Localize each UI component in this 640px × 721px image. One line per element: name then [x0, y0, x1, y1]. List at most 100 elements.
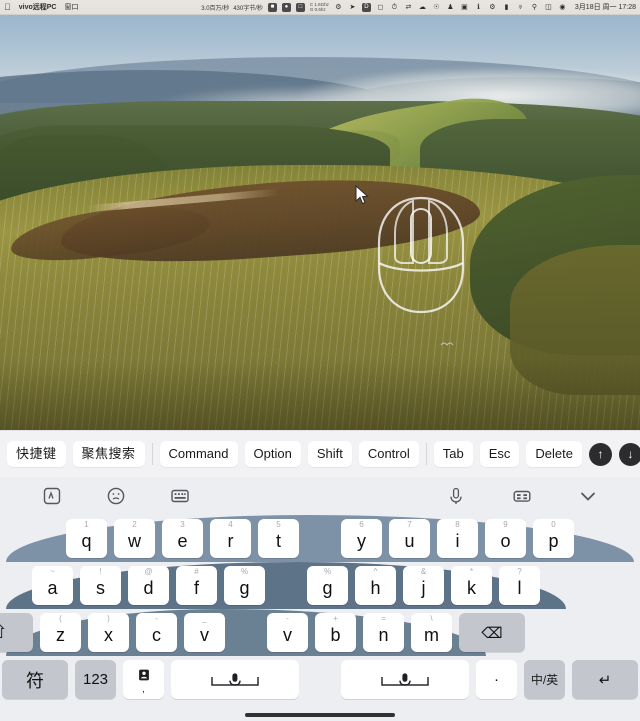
key-superscript: @	[144, 567, 153, 576]
headphones-icon[interactable]: ♟	[446, 3, 455, 12]
key-f[interactable]: # f	[176, 566, 217, 605]
key-label: u	[404, 531, 415, 551]
toolbar-divider-2	[425, 443, 427, 465]
key-h[interactable]: ^ h	[355, 566, 396, 605]
virtual-mouse-guide[interactable]	[373, 195, 469, 315]
key-v-left[interactable]: _ v	[184, 613, 225, 652]
key-y[interactable]: 6y	[341, 519, 382, 558]
network-speed-indicator[interactable]: 3.0百万/秒 430字节/秒	[201, 3, 263, 12]
screen-icon[interactable]: ◻	[376, 3, 385, 12]
transfer-icon[interactable]: ➤	[348, 3, 357, 12]
key-k[interactable]: * k	[451, 566, 492, 605]
key-g-right[interactable]: % g	[307, 566, 348, 605]
key-d[interactable]: @ d	[128, 566, 169, 605]
key-v-right[interactable]: -v	[267, 613, 308, 652]
battery-icon[interactable]: ■	[267, 2, 277, 12]
menu-bar-clock[interactable]: 3月18日 周一 17:28	[575, 2, 636, 12]
emoji-icon[interactable]	[104, 484, 128, 508]
key-r[interactable]: 4r	[210, 519, 251, 558]
box-icon[interactable]: ▣	[460, 3, 469, 12]
esc-key-button[interactable]: Esc	[479, 440, 520, 468]
arrow-down-button[interactable]: ↓	[618, 442, 640, 466]
shift-key-button[interactable]: Shift	[307, 440, 352, 468]
foreground-shadow	[0, 360, 640, 430]
wifi-icon[interactable]: ♅	[516, 3, 525, 12]
key-x[interactable]: ) x	[88, 613, 129, 652]
key-p[interactable]: 0p	[533, 519, 574, 558]
symbols-key[interactable]: 符	[2, 660, 68, 699]
period-key[interactable]: ·	[476, 660, 517, 699]
menu-app-name[interactable]: vivo远程PC	[19, 2, 57, 12]
key-label: j	[421, 578, 426, 598]
backspace-key[interactable]: ⌫	[459, 613, 525, 652]
key-superscript: *	[469, 567, 474, 576]
key-superscript: )	[107, 614, 110, 623]
key-label: p	[548, 531, 559, 551]
language-toggle-key[interactable]: 中/英	[524, 660, 565, 699]
user-icon[interactable]: ◉	[558, 3, 567, 12]
key-label: h	[370, 578, 381, 598]
shortcut-keys-button[interactable]: 快捷键	[7, 440, 66, 468]
key-o[interactable]: 9o	[485, 519, 526, 558]
gear-icon[interactable]: ⚙	[334, 3, 343, 12]
clock-icon[interactable]: ⏱	[390, 3, 399, 12]
return-key[interactable]: ↵	[572, 660, 638, 699]
key-i[interactable]: 8i	[437, 519, 478, 558]
comma-key[interactable]: ,	[123, 660, 164, 699]
key-l[interactable]: ? l	[499, 566, 540, 605]
key-label: q	[81, 531, 92, 551]
key-label: x	[104, 625, 113, 645]
tab-key-button[interactable]: Tab	[433, 440, 473, 468]
chevron-down-icon[interactable]	[576, 484, 600, 508]
sync-icon[interactable]: ⇄	[404, 3, 413, 12]
search-icon[interactable]: ⚲	[530, 3, 539, 12]
key-label: e	[177, 531, 188, 551]
space-key-left[interactable]	[171, 660, 299, 699]
control-key-button[interactable]: Control	[358, 440, 419, 468]
keyboard-toolbar-left	[40, 484, 192, 508]
delete-key-button[interactable]: Delete	[526, 440, 582, 468]
dropbox-icon[interactable]: D	[361, 2, 371, 12]
info-icon[interactable]: ℹ	[474, 3, 483, 12]
keyboard-row-3: ⇧ (z )x -c _v -v +b =n \m ⌫	[0, 609, 525, 656]
keyboard-tray-icon[interactable]: ▮	[502, 3, 511, 12]
key-label: y	[357, 531, 366, 551]
cloud-icon[interactable]: ☁	[418, 3, 427, 12]
microphone-icon[interactable]	[444, 484, 468, 508]
numbers-key[interactable]: 123	[75, 660, 116, 699]
shield-icon[interactable]: ☉	[432, 3, 441, 12]
key-g-left[interactable]: % g	[224, 566, 265, 605]
split-keyboard-icon[interactable]	[510, 484, 534, 508]
shortcut-toolbar: 快捷键 聚焦搜索 Command Option Shift Control Ta…	[0, 430, 640, 477]
key-b[interactable]: + b	[315, 613, 356, 652]
key-t[interactable]: 5t	[258, 519, 299, 558]
remote-screen-viewport[interactable]	[0, 15, 640, 430]
cpu-gpu-stats[interactable]: C 1.6Ghz G 0.6hz	[310, 2, 329, 12]
clipboard-icon[interactable]	[40, 484, 64, 508]
key-a[interactable]: ~ a	[32, 566, 73, 605]
spotlight-search-button[interactable]: 聚焦搜索	[72, 440, 145, 468]
key-n[interactable]: = n	[363, 613, 404, 652]
key-w[interactable]: 2w	[114, 519, 155, 558]
keyboard-layout-icon[interactable]	[168, 484, 192, 508]
settings-icon[interactable]: ⚙	[488, 3, 497, 12]
display-icon[interactable]: □	[295, 2, 305, 12]
command-key-button[interactable]: Command	[159, 440, 238, 468]
key-j[interactable]: & j	[403, 566, 444, 605]
menu-item-window[interactable]: 窗口	[64, 2, 78, 12]
key-q[interactable]: 1q	[66, 519, 107, 558]
key-z[interactable]: (z	[40, 613, 81, 652]
key-u[interactable]: 7u	[389, 519, 430, 558]
option-key-button[interactable]: Option	[244, 440, 301, 468]
key-c[interactable]: -c	[136, 613, 177, 652]
control-center-icon[interactable]: ◫	[544, 3, 553, 12]
key-m[interactable]: \ m	[411, 613, 452, 652]
space-key-right[interactable]	[341, 660, 469, 699]
shift-key[interactable]: ⇧	[0, 613, 33, 652]
key-label: v	[283, 625, 292, 645]
key-e[interactable]: 3e	[162, 519, 203, 558]
apple-logo-icon[interactable]: 	[4, 2, 11, 12]
key-s[interactable]: ! s	[80, 566, 121, 605]
bluetooth-icon[interactable]: ●	[281, 2, 291, 12]
arrow-up-button[interactable]: ↑	[588, 442, 612, 466]
